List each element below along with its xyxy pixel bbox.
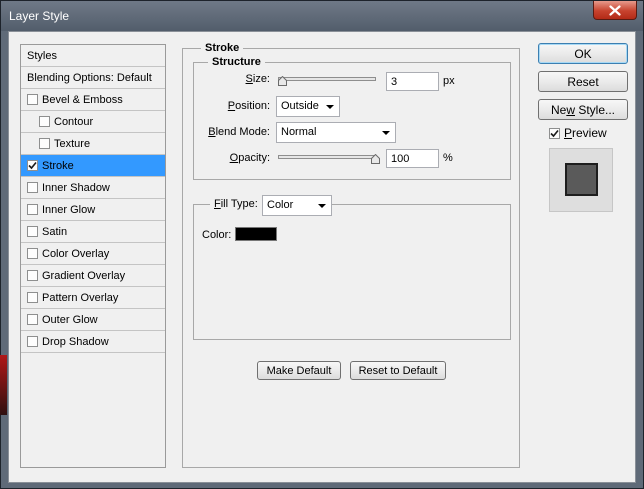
dialog-body: Styles Blending Options: Default Bevel &… (8, 31, 636, 483)
fill-type-select[interactable]: Color (262, 195, 332, 216)
size-value: 3 (391, 76, 398, 88)
opacity-input[interactable]: 100 (386, 149, 439, 168)
style-item-label: Color Overlay (42, 247, 110, 260)
style-item-inner-shadow[interactable]: Inner Shadow (21, 177, 165, 199)
stroke-group-title: Stroke (201, 42, 244, 54)
position-label: Position: (227, 100, 270, 112)
size-input[interactable]: 3 (386, 72, 439, 91)
reset-label: Reset (567, 74, 599, 89)
style-item-color-overlay[interactable]: Color Overlay (21, 243, 165, 265)
fill-type-group: Fill Type: Color Color: (193, 195, 511, 340)
style-item-checkbox[interactable] (27, 160, 38, 171)
preview-label: Preview (564, 126, 607, 140)
style-item-checkbox[interactable] (27, 204, 38, 215)
style-preview (549, 148, 613, 212)
ok-button[interactable]: OK (538, 43, 628, 64)
styles-header[interactable]: Styles (21, 45, 165, 67)
style-item-checkbox[interactable] (27, 270, 38, 281)
style-item-label: Satin (42, 225, 68, 238)
new-style-label: New Style... (550, 102, 616, 117)
style-item-checkbox[interactable] (39, 138, 50, 149)
reset-to-default-button[interactable]: Reset to Default (350, 361, 446, 380)
style-item-label: Pattern Overlay (42, 291, 119, 304)
opacity-label: Opacity: (229, 152, 270, 164)
style-item-checkbox[interactable] (27, 226, 38, 237)
style-item-checkbox[interactable] (39, 116, 50, 127)
stroke-color-swatch[interactable] (235, 227, 277, 241)
opacity-slider-thumb[interactable] (371, 154, 380, 164)
style-item-label: Drop Shadow (42, 335, 109, 348)
checkmark-icon (28, 161, 37, 170)
style-item-label: Contour (54, 115, 94, 128)
style-item-label: Inner Shadow (42, 181, 110, 194)
blend-mode-select[interactable]: Normal (276, 122, 396, 143)
size-slider-thumb[interactable] (278, 76, 287, 86)
stroke-group: Stroke Structure Size: 3 px Position: Ou… (182, 42, 520, 468)
style-item-gradient-overlay[interactable]: Gradient Overlay (21, 265, 165, 287)
size-label: Size: (245, 73, 270, 85)
chevron-down-icon (326, 105, 334, 109)
chevron-down-icon (382, 131, 390, 135)
layer-style-window: Layer Style Styles Blending Options: Def… (0, 0, 644, 489)
styles-list: Styles Blending Options: Default Bevel &… (20, 44, 166, 468)
color-label: Color: (202, 229, 232, 241)
style-item-bevel-emboss[interactable]: Bevel & Emboss (21, 89, 165, 111)
styles-header-label: Styles (27, 49, 57, 62)
style-item-checkbox[interactable] (27, 182, 38, 193)
style-item-contour[interactable]: Contour (21, 111, 165, 133)
style-item-label: Gradient Overlay (42, 269, 126, 282)
reset-to-default-label: Reset to Default (358, 364, 438, 377)
structure-group: Structure Size: 3 px Position: Outside B… (193, 56, 511, 180)
reset-button[interactable]: Reset (538, 71, 628, 92)
style-item-stroke[interactable]: Stroke (21, 155, 165, 177)
size-unit: px (443, 75, 455, 87)
title-bar[interactable]: Layer Style (1, 1, 643, 31)
preview-checkbox-box[interactable] (549, 127, 560, 139)
make-default-label: Make Default (266, 364, 332, 377)
style-item-label: Texture (54, 137, 91, 150)
style-item-label: Bevel & Emboss (42, 93, 123, 106)
style-item-checkbox[interactable] (27, 248, 38, 259)
blend-mode-label: Blend Mode: (208, 126, 270, 138)
preview-thumbnail (565, 163, 598, 196)
close-icon (609, 4, 621, 16)
checkmark-icon (550, 129, 559, 137)
make-default-button[interactable]: Make Default (257, 361, 341, 380)
window-title: Layer Style (9, 9, 70, 23)
new-style-button[interactable]: New Style... (538, 99, 628, 120)
position-value: Outside (281, 100, 319, 112)
chevron-down-icon (318, 204, 326, 208)
fill-type-label: Fill Type: (210, 198, 262, 210)
opacity-unit: % (443, 152, 453, 164)
style-item-pattern-overlay[interactable]: Pattern Overlay (21, 287, 165, 309)
style-item-checkbox[interactable] (27, 336, 38, 347)
style-item-label: Stroke (42, 159, 74, 172)
style-item-checkbox[interactable] (27, 292, 38, 303)
size-slider[interactable] (278, 77, 376, 81)
close-button[interactable] (593, 1, 637, 20)
blending-options-item[interactable]: Blending Options: Default (21, 67, 165, 89)
opacity-value: 100 (391, 153, 410, 165)
fill-type-value: Color (267, 199, 294, 211)
style-item-label: Outer Glow (42, 313, 98, 326)
style-item-checkbox[interactable] (27, 314, 38, 325)
style-item-outer-glow[interactable]: Outer Glow (21, 309, 165, 331)
preview-checkbox[interactable]: Preview (549, 126, 607, 140)
style-item-label: Inner Glow (42, 203, 96, 216)
style-item-drop-shadow[interactable]: Drop Shadow (21, 331, 165, 353)
structure-group-title: Structure (208, 56, 265, 68)
background-strip (0, 355, 7, 415)
style-item-inner-glow[interactable]: Inner Glow (21, 199, 165, 221)
style-item-texture[interactable]: Texture (21, 133, 165, 155)
style-item-checkbox[interactable] (27, 94, 38, 105)
opacity-slider[interactable] (278, 155, 376, 159)
position-select[interactable]: Outside (276, 96, 340, 117)
style-item-satin[interactable]: Satin (21, 221, 165, 243)
ok-label: OK (574, 46, 592, 61)
blend-mode-value: Normal (281, 126, 317, 138)
blending-options-label: Blending Options: Default (27, 71, 152, 84)
